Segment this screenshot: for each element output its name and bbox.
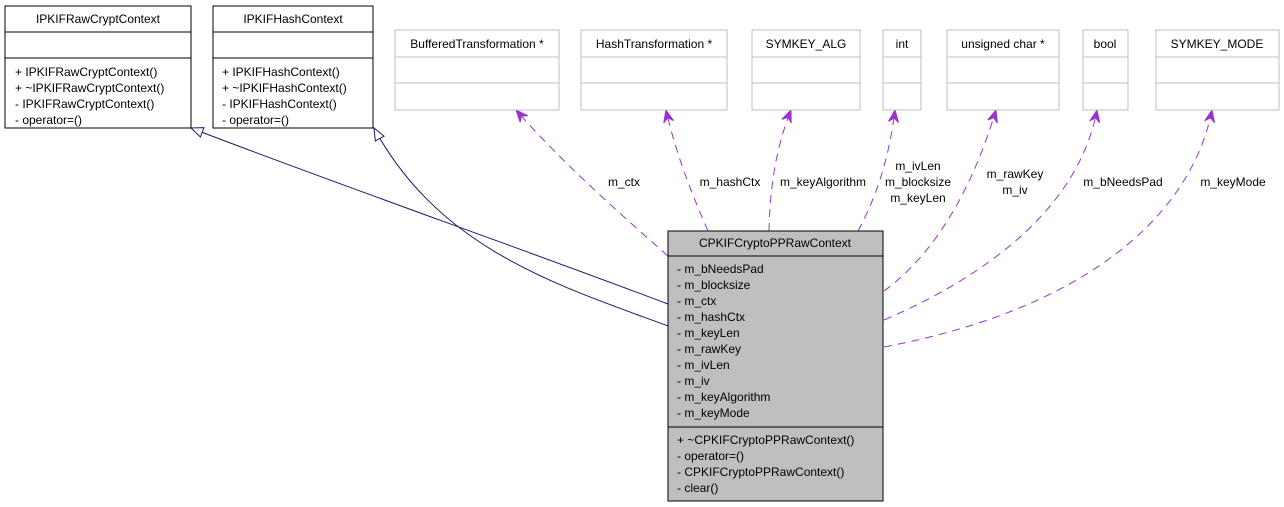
class-name: int (896, 37, 909, 51)
usage-edge-m-hashctx (666, 110, 709, 232)
class-box-hash-transformation[interactable]: HashTransformation * (580, 29, 728, 111)
class-box-buffered-transformation[interactable]: BufferedTransformation * (394, 29, 560, 111)
usage-edge-m-ctx (516, 110, 669, 257)
attribute: - m_bNeedsPad (677, 262, 764, 276)
method: - CPKIFCryptoPPRawContext() (677, 465, 844, 479)
attribute: - m_keyAlgorithm (677, 390, 770, 404)
method: - IPKIFHashContext() (222, 97, 337, 111)
class-box-cpkif-crypto-pp-raw-context[interactable]: CPKIFCryptoPPRawContext - m_bNeedsPad - … (667, 230, 884, 502)
class-box-symkey-alg[interactable]: SYMKEY_ALG (751, 29, 861, 111)
edge-label-m-keylen: m_keyLen (890, 191, 945, 205)
class-name: SYMKEY_MODE (1171, 37, 1264, 51)
method: + ~CPKIFCryptoPPRawContext() (677, 433, 854, 447)
attribute: - m_iv (677, 374, 710, 388)
attribute: - m_keyMode (677, 406, 750, 420)
class-name: HashTransformation * (596, 37, 713, 51)
method: - operator=() (677, 449, 744, 463)
attribute: - m_ivLen (677, 358, 730, 372)
edge-label-m-ivlen: m_ivLen (895, 159, 940, 173)
edge-label-m-bneedspad: m_bNeedsPad (1083, 175, 1162, 189)
edge-label-m-keyalgorithm: m_keyAlgorithm (780, 175, 866, 189)
class-name: BufferedTransformation * (410, 37, 544, 51)
edge-label-m-rawkey: m_rawKey (987, 167, 1044, 181)
class-box-unsigned-char-ptr[interactable]: unsigned char * (946, 29, 1060, 111)
attribute: - m_blocksize (677, 278, 751, 292)
class-name: CPKIFCryptoPPRawContext (699, 236, 852, 250)
method: + IPKIFHashContext() (222, 65, 340, 79)
attribute: - m_keyLen (677, 326, 740, 340)
usage-edge-m-keyalgorithm (768, 110, 791, 232)
method: - operator=() (222, 113, 289, 127)
inheritance-edge-hash (374, 128, 669, 327)
method: + ~IPKIFHashContext() (222, 81, 347, 95)
edge-label-m-blocksize: m_blocksize (885, 175, 951, 189)
usage-edge-int (857, 110, 895, 232)
usage-edge-symkey-mode (883, 110, 1212, 348)
class-box-ipkif-hash-context[interactable]: IPKIFHashContext + IPKIFHashContext() + … (212, 5, 374, 129)
method: - operator=() (15, 113, 82, 127)
edge-label-m-hashctx: m_hashCtx (700, 175, 761, 189)
class-name: bool (1094, 37, 1117, 51)
attribute: - m_hashCtx (677, 310, 745, 324)
class-name: IPKIFHashContext (243, 12, 343, 26)
inheritance-edge-raw-crypt (191, 128, 669, 305)
method: + ~IPKIFRawCryptContext() (15, 81, 164, 95)
class-box-symkey-mode[interactable]: SYMKEY_MODE (1155, 29, 1280, 111)
usage-edge-bool (883, 110, 1097, 321)
class-name: SYMKEY_ALG (766, 37, 847, 51)
method: + IPKIFRawCryptContext() (15, 65, 157, 79)
edge-labels-layer: m_ctx m_hashCtx m_keyAlgorithm m_ivLen m… (608, 159, 1266, 205)
attribute: - m_ctx (677, 294, 716, 308)
method: - IPKIFRawCryptContext() (15, 97, 154, 111)
attribute: - m_rawKey (677, 342, 741, 356)
collaboration-diagram: m_ctx m_hashCtx m_keyAlgorithm m_ivLen m… (4, 5, 1280, 502)
method: - clear() (677, 481, 718, 495)
class-name: IPKIFRawCryptContext (36, 12, 161, 26)
class-box-ipkif-raw-crypt-context[interactable]: IPKIFRawCryptContext + IPKIFRawCryptCont… (4, 5, 192, 129)
edge-label-m-ctx: m_ctx (608, 175, 640, 189)
edge-label-m-keymode: m_keyMode (1200, 175, 1266, 189)
class-name: unsigned char * (961, 37, 1045, 51)
class-box-int[interactable]: int (882, 29, 922, 111)
class-box-bool[interactable]: bool (1082, 29, 1129, 111)
edge-label-m-iv: m_iv (1002, 183, 1027, 197)
